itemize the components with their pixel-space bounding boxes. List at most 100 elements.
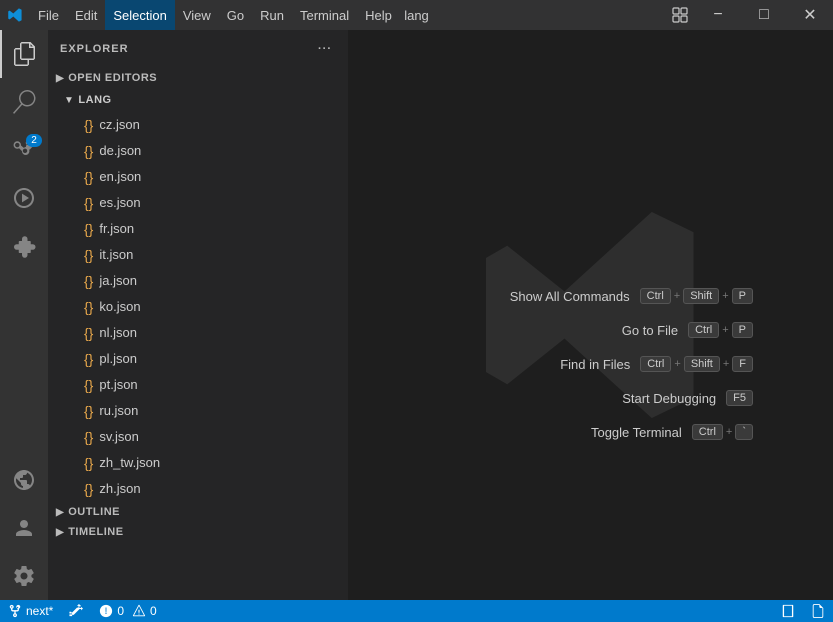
activity-remote[interactable] bbox=[0, 456, 48, 504]
new-folder-button[interactable] bbox=[282, 91, 300, 109]
lang-folder-header[interactable]: ▼ LANG bbox=[48, 88, 348, 112]
shortcut-keys-file: Ctrl + P bbox=[688, 322, 753, 338]
json-file-icon: {} bbox=[84, 348, 93, 370]
file-item[interactable]: {} de.json bbox=[48, 138, 348, 164]
file-list: {} cz.json {} de.json {} en.json {} es.j… bbox=[48, 112, 348, 502]
menu-run[interactable]: Run bbox=[252, 0, 292, 30]
shortcut-row-debug: Start Debugging F5 bbox=[510, 390, 753, 406]
shortcut-keys-commands: Ctrl + Shift + P bbox=[640, 288, 753, 304]
json-file-icon: {} bbox=[84, 140, 93, 162]
file-name: cz.json bbox=[99, 114, 139, 136]
statusbar-remote[interactable] bbox=[773, 600, 803, 622]
file-name: de.json bbox=[99, 140, 141, 162]
activity-settings[interactable] bbox=[0, 552, 48, 600]
key-ctrl-2: Ctrl bbox=[688, 322, 719, 338]
explorer-section: ▶ OPEN EDITORS ▼ LANG bbox=[48, 68, 348, 600]
warning-icon bbox=[132, 604, 146, 618]
file-name: it.json bbox=[99, 244, 133, 266]
file-item[interactable]: {} it.json bbox=[48, 242, 348, 268]
open-editors-header[interactable]: ▶ OPEN EDITORS bbox=[48, 68, 348, 88]
lang-folder-left: ▼ LANG bbox=[64, 94, 112, 106]
sync-icon bbox=[69, 604, 83, 618]
activity-bar: 2 bbox=[0, 30, 48, 600]
file-name: sv.json bbox=[99, 426, 139, 448]
key-ctrl-3: Ctrl bbox=[640, 356, 671, 372]
json-file-icon: {} bbox=[84, 322, 93, 344]
activity-explorer[interactable] bbox=[0, 30, 48, 78]
file-name: fr.json bbox=[99, 218, 134, 240]
file-item[interactable]: {} en.json bbox=[48, 164, 348, 190]
file-name: nl.json bbox=[99, 322, 137, 344]
collapse-button[interactable] bbox=[322, 91, 340, 109]
key-f-3: F bbox=[732, 356, 753, 372]
refresh-button[interactable] bbox=[302, 91, 320, 109]
maximize-button[interactable]: □ bbox=[741, 0, 787, 30]
shortcut-label-debug: Start Debugging bbox=[622, 391, 716, 406]
file-item[interactable]: {} zh_tw.json bbox=[48, 450, 348, 476]
timeline-label: TIMELINE bbox=[68, 526, 123, 538]
activity-accounts[interactable] bbox=[0, 504, 48, 552]
file-item[interactable]: {} fr.json bbox=[48, 216, 348, 242]
activity-extensions[interactable] bbox=[0, 222, 48, 270]
json-file-icon: {} bbox=[84, 296, 93, 318]
statusbar-left: next* 0 0 bbox=[0, 600, 165, 622]
menu-selection[interactable]: Selection bbox=[105, 0, 174, 30]
menu-terminal[interactable]: Terminal bbox=[292, 0, 357, 30]
menu-help[interactable]: Help bbox=[357, 0, 400, 30]
shortcut-row-find: Find in Files Ctrl + Shift + F bbox=[510, 356, 753, 372]
file-name: pt.json bbox=[99, 374, 137, 396]
file-item[interactable]: {} sv.json bbox=[48, 424, 348, 450]
menu-edit[interactable]: Edit bbox=[67, 0, 105, 30]
file-item[interactable]: {} ko.json bbox=[48, 294, 348, 320]
activity-source-control[interactable]: 2 bbox=[0, 126, 48, 174]
editor-area: Show All Commands Ctrl + Shift + P Go to… bbox=[348, 30, 833, 600]
statusbar-branch[interactable]: next* bbox=[0, 600, 61, 622]
key-p-2: P bbox=[732, 322, 753, 338]
file-item[interactable]: {} nl.json bbox=[48, 320, 348, 346]
outline-header[interactable]: ▶ OUTLINE bbox=[48, 502, 348, 522]
activity-search[interactable] bbox=[0, 78, 48, 126]
error-icon bbox=[99, 604, 113, 618]
file-name: zh_tw.json bbox=[99, 452, 160, 474]
menu-file[interactable]: File bbox=[30, 0, 67, 30]
shortcut-row-commands: Show All Commands Ctrl + Shift + P bbox=[510, 288, 753, 304]
layout-button[interactable] bbox=[665, 0, 695, 30]
window-title: lang bbox=[404, 8, 429, 23]
explorer-title: EXPLORER bbox=[60, 43, 129, 55]
sidebar: EXPLORER ··· ▶ OPEN EDITORS ▼ LANG bbox=[48, 30, 348, 600]
error-count: 0 bbox=[117, 604, 124, 618]
timeline-header[interactable]: ▶ TIMELINE bbox=[48, 522, 348, 542]
menu-bar: File Edit Selection View Go Run Terminal… bbox=[30, 0, 665, 30]
json-file-icon: {} bbox=[84, 452, 93, 474]
file-item[interactable]: {} cz.json bbox=[48, 112, 348, 138]
statusbar-branch-name: next* bbox=[26, 604, 53, 618]
activity-run[interactable] bbox=[0, 174, 48, 222]
file-item[interactable]: {} es.json bbox=[48, 190, 348, 216]
file-item[interactable]: {} ja.json bbox=[48, 268, 348, 294]
statusbar-notification[interactable] bbox=[803, 600, 833, 622]
close-button[interactable]: ✕ bbox=[787, 0, 833, 30]
notification-icon bbox=[811, 604, 825, 618]
shortcut-row-terminal: Toggle Terminal Ctrl + ` bbox=[510, 424, 753, 440]
json-file-icon: {} bbox=[84, 426, 93, 448]
shortcut-keys-find: Ctrl + Shift + F bbox=[640, 356, 753, 372]
file-item[interactable]: {} ru.json bbox=[48, 398, 348, 424]
statusbar-sync[interactable] bbox=[61, 600, 91, 622]
warning-count: 0 bbox=[150, 604, 157, 618]
json-file-icon: {} bbox=[84, 244, 93, 266]
menu-go[interactable]: Go bbox=[219, 0, 252, 30]
file-item[interactable]: {} zh.json bbox=[48, 476, 348, 502]
new-file-button[interactable] bbox=[262, 91, 280, 109]
json-file-icon: {} bbox=[84, 478, 93, 500]
statusbar-errors[interactable]: 0 0 bbox=[91, 600, 164, 622]
outline-label: OUTLINE bbox=[68, 506, 120, 518]
sidebar-more-button[interactable]: ··· bbox=[314, 38, 336, 60]
key-ctrl-4: Ctrl bbox=[692, 424, 723, 440]
file-item[interactable]: {} pt.json bbox=[48, 372, 348, 398]
statusbar-right bbox=[773, 600, 833, 622]
minimize-button[interactable]: − bbox=[695, 0, 741, 30]
menu-view[interactable]: View bbox=[175, 0, 219, 30]
file-item[interactable]: {} pl.json bbox=[48, 346, 348, 372]
window-controls: − □ ✕ bbox=[695, 0, 833, 30]
key-ctrl-1: Ctrl bbox=[640, 288, 671, 304]
